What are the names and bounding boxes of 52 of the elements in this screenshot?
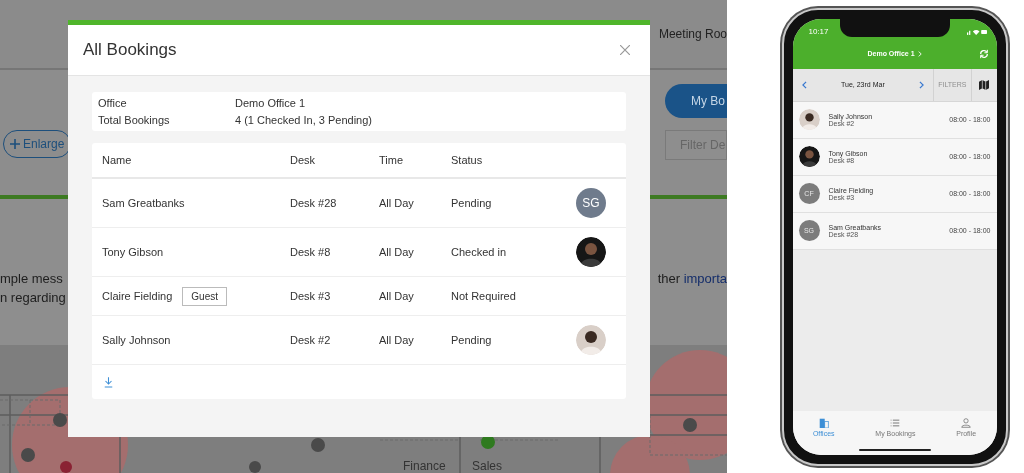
map-icon <box>979 79 989 90</box>
list-icon <box>890 418 901 428</box>
summary-label: Total Bookings <box>98 114 171 126</box>
person-icon <box>961 418 972 428</box>
column-header: Time <box>379 154 405 166</box>
my-bookings-button[interactable]: My Bo <box>665 84 727 118</box>
column-header: Status <box>451 154 484 166</box>
close-icon[interactable] <box>620 45 630 55</box>
dialog-title: All Bookings <box>83 40 177 60</box>
table-cell-text: Desk #8 <box>290 246 332 258</box>
building-icon <box>818 418 829 428</box>
guest-tag: Guest <box>182 286 227 306</box>
avatar-silhouette-icon <box>576 237 606 267</box>
message-link[interactable]: importa <box>683 271 727 286</box>
area-label: Finance <box>403 459 446 473</box>
avatar: SG <box>576 188 606 218</box>
table-cell: Sam Greatbanks <box>102 197 185 209</box>
summary-label: Office <box>98 97 128 109</box>
message-text: mple mess <box>0 271 64 286</box>
table-cell-text: All Day <box>379 334 415 346</box>
table-cell: Claire Fielding <box>102 290 173 302</box>
message-text: n regarding <box>0 290 66 305</box>
table-cell-text: Not Required <box>451 290 517 302</box>
table-cell-text: Desk #3 <box>290 290 332 302</box>
avatar-silhouette-icon <box>798 109 820 130</box>
chevron-right-icon[interactable] <box>919 80 925 89</box>
status-time: 10:17 <box>808 27 829 36</box>
chevron-right-icon <box>917 50 922 57</box>
status-icons <box>966 28 987 35</box>
refresh-icon[interactable] <box>978 48 989 59</box>
avatar-silhouette-icon <box>798 146 820 167</box>
plus-icon <box>10 139 20 149</box>
column-header: Name <box>102 154 133 166</box>
summary-value: Demo Office 1 <box>235 97 306 109</box>
table-cell-text: Desk #28 <box>290 197 338 209</box>
summary-value: 4 (1 Checked In, 3 Pending) <box>235 114 372 126</box>
table-cell-text: All Day <box>379 246 415 258</box>
download-icon[interactable] <box>104 376 113 388</box>
message-text: ther importa <box>657 271 727 286</box>
table-cell-text: Pending <box>451 334 493 346</box>
area-label: Sales <box>472 459 503 473</box>
nav-link[interactable]: Meeting Roo <box>658 27 727 41</box>
avatar-silhouette-icon <box>576 325 606 355</box>
table-cell-text: Pending <box>451 197 493 209</box>
chevron-left-icon[interactable] <box>801 80 807 89</box>
table-cell-text: All Day <box>379 290 415 302</box>
table-cell-text: All Day <box>379 197 415 209</box>
table-cell: Sally Johnson <box>102 334 171 346</box>
table-cell-text: Checked in <box>451 246 508 258</box>
column-header: Desk <box>290 154 317 166</box>
table-cell-text: Desk #2 <box>290 334 332 346</box>
table-cell: Tony Gibson <box>102 246 164 258</box>
